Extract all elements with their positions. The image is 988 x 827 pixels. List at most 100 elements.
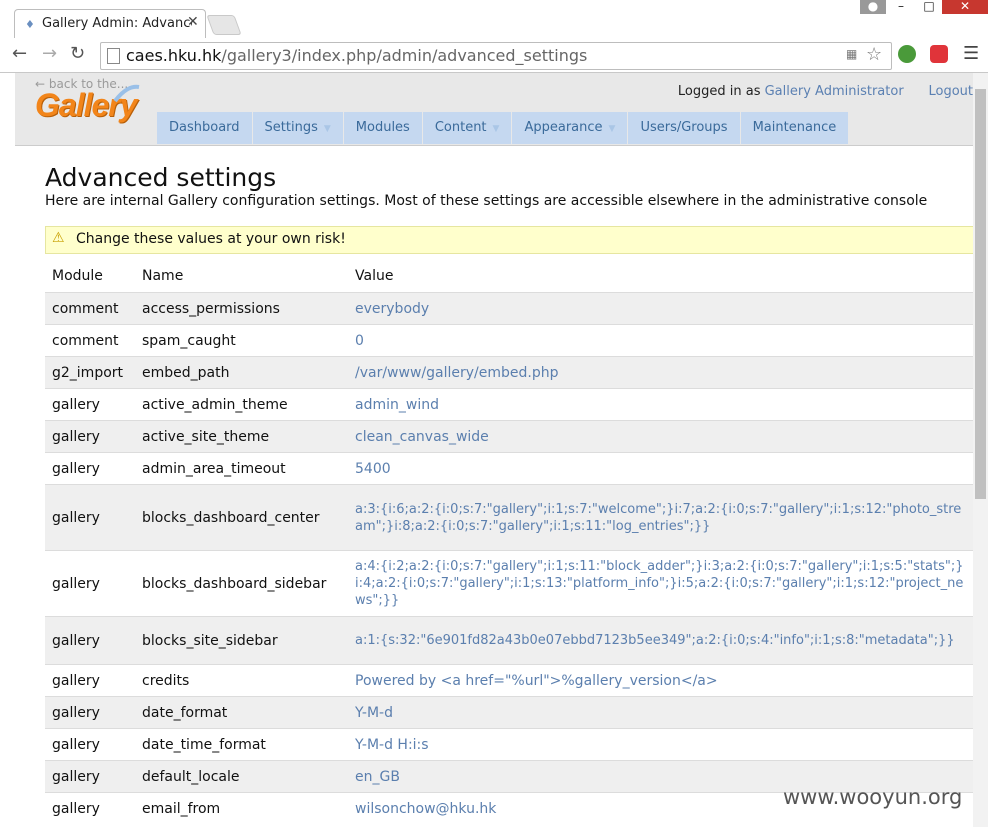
chevron-down-icon: ▼ (608, 124, 616, 134)
row-module: gallery (45, 792, 135, 825)
row-name: credits (135, 664, 348, 697)
row-name: date_format (135, 696, 348, 729)
logo-swoosh-icon (113, 84, 140, 103)
nav-item-maintenance[interactable]: Maintenance (740, 112, 849, 144)
login-status: Logged in as Gallery Administrator Logou… (678, 84, 973, 99)
row-module: gallery (45, 452, 135, 485)
tab-title: Gallery Admin: Advance (42, 16, 192, 31)
table-row: gallery blocks_site_sidebar a:1:{s:32:"6e9… (45, 616, 973, 665)
scrollbar-thumb[interactable] (975, 89, 986, 499)
nav-item-content[interactable]: Content ▼ (422, 112, 512, 144)
table-row: gallery date_format Y-M-d (45, 696, 973, 729)
chevron-down-icon: ▼ (492, 124, 500, 134)
row-name: embed_path (135, 356, 348, 389)
table-row: gallery date_time_format Y-M-d H:i:s (45, 728, 973, 761)
row-value[interactable]: Y-M-d H:i:s (348, 728, 973, 761)
watermark: www.wooyun.org (783, 785, 963, 809)
row-module: gallery (45, 728, 135, 761)
url-path: /gallery3/index.php/admin/advanced_setti… (221, 46, 588, 65)
row-module: gallery (45, 484, 135, 551)
gallery-favicon-icon: ♦ (25, 18, 35, 31)
row-value[interactable]: a:3:{i:6;a:2:{i:0;s:7:"gallery";i:1;s:7:… (348, 484, 973, 551)
maximize-icon[interactable]: □ (916, 0, 942, 14)
row-name: blocks_dashboard_sidebar (135, 550, 348, 617)
row-value[interactable]: Powered by <a href="%url">%gallery_versi… (348, 664, 973, 697)
row-name: spam_caught (135, 324, 348, 357)
chrome-menu-icon[interactable]: ☰ (963, 43, 979, 64)
nav-item-label: Dashboard (169, 120, 240, 135)
row-value[interactable]: Y-M-d (348, 696, 973, 729)
row-name: active_site_theme (135, 420, 348, 453)
back-arrow-icon[interactable]: ← (12, 43, 27, 64)
table-row: gallery active_admin_theme admin_wind (45, 388, 973, 421)
browser-toolbar: ← → ↻ caes.hku.hk/gallery3/index.php/adm… (0, 38, 988, 73)
row-name: access_permissions (135, 292, 348, 325)
nav-item-label: Modules (355, 120, 410, 135)
translate-icon[interactable]: ▦ (846, 47, 857, 61)
page-scrollbar[interactable] (973, 73, 988, 827)
row-name: blocks_dashboard_center (135, 484, 348, 551)
row-module: gallery (45, 616, 135, 665)
close-tab-icon[interactable]: ✕ (187, 14, 199, 30)
user-name-link[interactable]: Gallery Administrator (765, 84, 904, 99)
nav-item-appearance[interactable]: Appearance ▼ (512, 112, 628, 144)
row-value[interactable]: admin_wind (348, 388, 973, 421)
row-name: blocks_site_sidebar (135, 616, 348, 665)
row-module: gallery (45, 550, 135, 617)
window-controls: ● – □ ✕ (860, 0, 988, 14)
close-window-icon[interactable]: ✕ (942, 0, 988, 14)
page-intro: Here are internal Gallery configuration … (45, 193, 928, 209)
row-module: gallery (45, 388, 135, 421)
table-row: gallery blocks_dashboard_sidebar a:4:{i:2;… (45, 550, 973, 617)
row-value[interactable]: everybody (348, 292, 973, 325)
bookmark-star-icon[interactable]: ☆ (866, 44, 882, 65)
row-module: gallery (45, 696, 135, 729)
row-value[interactable]: /var/www/gallery/embed.php (348, 356, 973, 389)
row-module: gallery (45, 664, 135, 697)
admin-header: ← back to the... Gallery Logged in as Ga… (15, 73, 973, 146)
row-name: active_admin_theme (135, 388, 348, 421)
page-icon (107, 48, 120, 64)
table-header-row: Module Name Value (45, 259, 973, 293)
warning-banner: ⚠ Change these values at your own risk! (45, 226, 973, 254)
row-module: gallery (45, 760, 135, 793)
reload-icon[interactable]: ↻ (70, 43, 85, 64)
nav-item-users-groups[interactable]: Users/Groups (628, 112, 740, 144)
column-header-value: Value (355, 267, 394, 284)
user-icon[interactable]: ● (860, 0, 886, 14)
address-bar[interactable]: caes.hku.hk/gallery3/index.php/admin/adv… (100, 42, 892, 70)
browser-tab[interactable]: ♦ Gallery Admin: Advance ✕ (14, 9, 206, 38)
minimize-icon[interactable]: – (886, 0, 916, 14)
row-name: date_time_format (135, 728, 348, 761)
row-value[interactable]: 5400 (348, 452, 973, 485)
browser-tab-bar: ♦ Gallery Admin: Advance ✕ ● – □ ✕ (0, 0, 988, 38)
forward-arrow-icon[interactable]: → (42, 43, 57, 64)
row-module: comment (45, 324, 135, 357)
chevron-down-icon: ▼ (323, 124, 331, 134)
extension-globe-icon[interactable] (898, 45, 916, 63)
nav-item-label: Settings (264, 120, 318, 135)
url-text[interactable]: caes.hku.hk/gallery3/index.php/admin/adv… (126, 46, 587, 65)
nav-item-settings[interactable]: Settings ▼ (252, 112, 343, 144)
table-row: gallery blocks_dashboard_center a:3:{i:6;a… (45, 484, 973, 551)
row-value[interactable]: a:4:{i:2;a:2:{i:0;s:7:"gallery";i:1;s:11… (348, 550, 973, 617)
new-tab-button[interactable] (206, 15, 242, 35)
table-row: gallery admin_area_timeout 5400 (45, 452, 973, 485)
extension-red-icon[interactable] (930, 45, 948, 63)
nav-item-label: Content (434, 120, 487, 135)
nav-item-modules[interactable]: Modules (343, 112, 422, 144)
admin-nav-menu: Dashboard Settings ▼ Modules Content ▼ Appeara… (157, 112, 849, 144)
logout-link[interactable]: Logout (928, 84, 973, 99)
settings-table: Module Name Value comment access_permissi… (45, 259, 973, 825)
nav-item-dashboard[interactable]: Dashboard (157, 112, 252, 144)
row-value[interactable]: 0 (348, 324, 973, 357)
column-header-name: Name (142, 267, 184, 284)
row-value[interactable]: clean_canvas_wide (348, 420, 973, 453)
nav-item-label: Maintenance (752, 120, 837, 135)
table-row: gallery credits Powered by <a href="%url">… (45, 664, 973, 697)
nav-item-label: Users/Groups (640, 120, 728, 135)
row-module: gallery (45, 420, 135, 453)
row-value[interactable]: a:1:{s:32:"6e901fd82a43b0e07ebbd7123b5ee… (348, 616, 973, 665)
gallery-admin-page: ← back to the... Gallery Logged in as Ga… (15, 73, 973, 827)
table-row: comment access_permissions everybody (45, 292, 973, 325)
